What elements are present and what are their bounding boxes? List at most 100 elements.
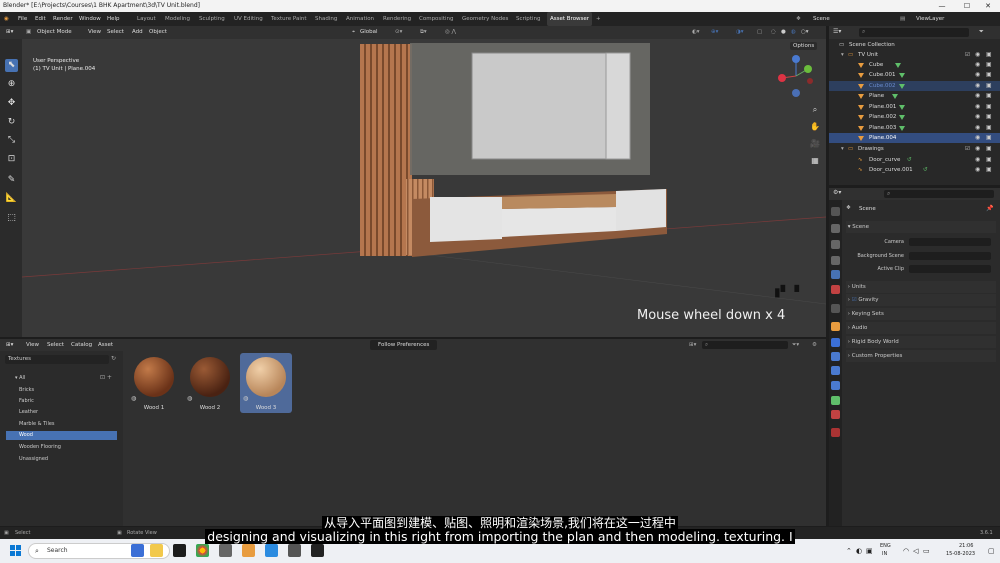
- outliner-row-door-curve-001[interactable]: ∿ Door_curve.001 ↺ ◉ ▣: [829, 165, 1000, 175]
- render-camera-icon[interactable]: ▣: [986, 91, 992, 101]
- render-camera-icon[interactable]: ▣: [986, 165, 992, 175]
- tab-modeling[interactable]: Modeling: [165, 12, 190, 26]
- windows-start-icon[interactable]: [10, 545, 21, 556]
- visibility-eye-icon[interactable]: ◉: [975, 133, 980, 143]
- tab-rendering[interactable]: Rendering: [383, 12, 411, 26]
- tab-texture-paint[interactable]: Texture Paint: [271, 12, 307, 26]
- outliner-row-drawings[interactable]: ▾ ▭ Drawings ☑ ◉ ▣: [829, 144, 1000, 154]
- catalog-wooden-flooring[interactable]: Wooden Flooring: [6, 443, 117, 452]
- background-scene-field[interactable]: [909, 252, 991, 260]
- zoom-icon[interactable]: ⌕: [809, 101, 821, 118]
- gravity-checkbox[interactable]: ☑: [852, 297, 857, 303]
- refresh-library-icon[interactable]: ↻: [111, 355, 119, 364]
- visibility-eye-icon[interactable]: ◉: [975, 155, 980, 165]
- grid-view-icon[interactable]: ▦: [809, 152, 821, 169]
- modifier-tab-icon[interactable]: [831, 338, 840, 347]
- tab-shading[interactable]: Shading: [315, 12, 337, 26]
- scale-tool-icon[interactable]: ⤡: [5, 134, 18, 147]
- render-camera-icon[interactable]: ▣: [986, 133, 992, 143]
- measure-tool-icon[interactable]: 📐: [5, 192, 18, 205]
- wifi-icon[interactable]: ◠: [903, 547, 909, 555]
- material-shading-icon[interactable]: ◍: [791, 26, 796, 39]
- section-rigid-body-world[interactable]: › Rigid Body World: [846, 336, 996, 348]
- properties-search-input[interactable]: ⌕: [884, 190, 994, 198]
- tab-compositing[interactable]: Compositing: [419, 12, 453, 26]
- cabinet-door-right[interactable]: [616, 189, 666, 231]
- select-tool-icon[interactable]: ⬉: [5, 59, 18, 72]
- menu-object[interactable]: Object: [149, 26, 167, 39]
- tab-layout[interactable]: Layout: [137, 12, 156, 26]
- section-custom-properties[interactable]: › Custom Properties: [846, 350, 996, 362]
- rotate-tool-icon[interactable]: ↻: [5, 116, 18, 129]
- visibility-eye-icon[interactable]: ◉: [975, 70, 980, 80]
- visibility-icon[interactable]: ◐▾: [692, 26, 700, 39]
- transform-tool-icon[interactable]: ⊡: [5, 153, 18, 166]
- scene-selector[interactable]: Scene: [813, 12, 830, 26]
- blender-taskbar-icon[interactable]: [242, 544, 255, 557]
- asset-menu-select[interactable]: Select: [47, 339, 64, 351]
- section-keying-sets[interactable]: › Keying Sets: [846, 308, 996, 320]
- visibility-eye-icon[interactable]: ◉: [975, 112, 980, 122]
- file-explorer-icon[interactable]: [150, 544, 163, 557]
- menu-edit[interactable]: Edit: [35, 12, 46, 26]
- pan-icon[interactable]: ✋: [809, 118, 821, 135]
- render-tab-icon[interactable]: [831, 224, 840, 233]
- gizmo-neg-z-axis[interactable]: [792, 89, 800, 97]
- render-camera-icon[interactable]: ▣: [986, 81, 992, 91]
- catalog-all[interactable]: ▾ All: [6, 374, 117, 383]
- recorder-taskbar-icon[interactable]: [288, 544, 301, 557]
- pin-icon[interactable]: 📌: [986, 205, 993, 212]
- select-box-icon[interactable]: ▣: [26, 26, 31, 39]
- render-camera-icon[interactable]: ▣: [986, 70, 992, 80]
- object-tab-icon[interactable]: [831, 322, 840, 331]
- asset-wood-1[interactable]: ◍ Wood 1: [128, 353, 180, 413]
- catalog-marble-tiles[interactable]: Marble & Tiles: [6, 420, 117, 429]
- notification-icon[interactable]: ▢: [988, 547, 995, 555]
- menu-view[interactable]: View: [88, 26, 101, 39]
- menu-render[interactable]: Render: [53, 12, 73, 26]
- outliner-row-plane-004[interactable]: Plane.004 ◉ ▣: [829, 133, 1000, 143]
- outliner-row-plane[interactable]: Plane ◉ ▣: [829, 91, 1000, 101]
- physics-tab-icon[interactable]: [831, 366, 840, 375]
- outliner-row-door-curve[interactable]: ∿ Door_curve ↺ ◉ ▣: [829, 155, 1000, 165]
- navigation-gizmo[interactable]: [774, 51, 818, 101]
- asset-menu-view[interactable]: View: [26, 339, 39, 351]
- render-camera-icon[interactable]: ▣: [986, 60, 992, 70]
- render-camera-icon[interactable]: ▣: [986, 155, 992, 165]
- task-view-icon[interactable]: [131, 544, 144, 557]
- 3d-viewport[interactable]: User Perspective (1) TV Unit | Plane.004…: [22, 39, 826, 337]
- app-icon[interactable]: [219, 544, 232, 557]
- xray-icon[interactable]: ▢: [757, 26, 762, 39]
- tray-app-icon[interactable]: ◐: [856, 547, 862, 555]
- section-audio[interactable]: › Audio: [846, 322, 996, 334]
- asset-wood-3[interactable]: ◍ Wood 3: [240, 353, 292, 413]
- asset-menu-asset[interactable]: Asset: [98, 339, 113, 351]
- asset-editor-icon[interactable]: ⊞▾: [6, 339, 13, 351]
- add-workspace-icon[interactable]: +: [596, 12, 601, 26]
- asset-menu-catalog[interactable]: Catalog: [71, 339, 92, 351]
- properties-editor-icon[interactable]: ⚙▾: [833, 189, 841, 196]
- menu-select[interactable]: Select: [107, 26, 124, 39]
- section-scene[interactable]: ▾ Scene: [846, 221, 996, 233]
- visibility-eye-icon[interactable]: ◉: [975, 102, 980, 112]
- render-camera-icon[interactable]: ▣: [986, 112, 992, 122]
- material-tab-icon[interactable]: [831, 410, 840, 419]
- gizmo-x-axis[interactable]: [778, 74, 786, 82]
- outliner-row-plane-002[interactable]: Plane.002 ◉ ▣: [829, 112, 1000, 122]
- battery-icon[interactable]: ▭: [923, 547, 930, 555]
- pivot-icon[interactable]: ⊙▾: [395, 26, 402, 39]
- gizmo-z-axis[interactable]: [792, 55, 800, 63]
- taskbar-search-input[interactable]: ⌕ Search: [28, 543, 170, 559]
- menu-window[interactable]: Window: [79, 12, 101, 26]
- tab-animation[interactable]: Animation: [346, 12, 374, 26]
- options-dropdown[interactable]: Options: [790, 42, 818, 50]
- terminal-taskbar-icon[interactable]: [311, 544, 324, 557]
- catalog-leather[interactable]: Leather: [6, 408, 117, 417]
- asset-settings-gear-icon[interactable]: ⚙: [812, 339, 817, 351]
- gizmo-y-axis[interactable]: [804, 65, 812, 73]
- data-tab-icon[interactable]: [831, 396, 840, 405]
- render-camera-icon[interactable]: ▣: [986, 123, 992, 133]
- volume-icon[interactable]: ◁: [913, 547, 918, 555]
- tab-asset-browser[interactable]: Asset Browser: [547, 12, 593, 26]
- store-icon[interactable]: [173, 544, 186, 557]
